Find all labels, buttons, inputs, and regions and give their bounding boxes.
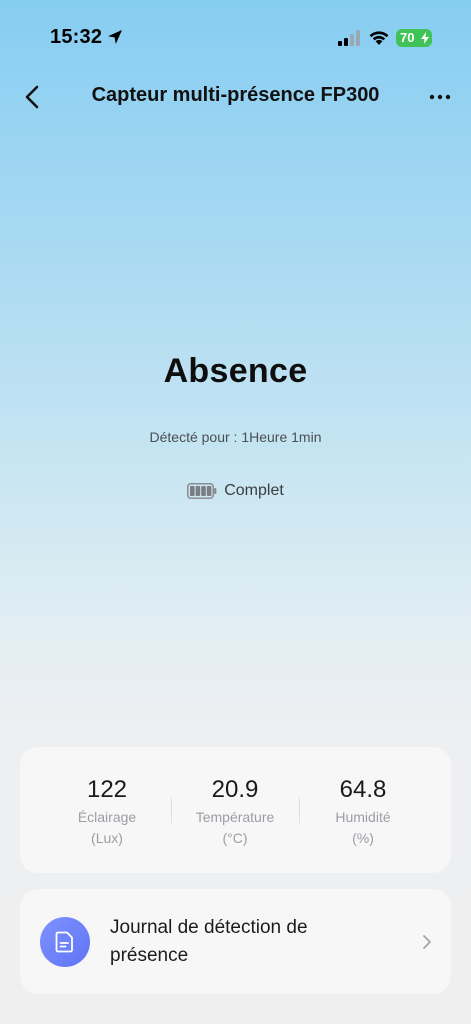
temperature-label: Température — [195, 809, 275, 825]
document-icon — [55, 931, 73, 953]
device-battery-status: Complet — [0, 480, 471, 502]
detected-duration: Détecté pour : 1Heure 1min — [149, 429, 322, 445]
more-horizontal-icon — [429, 94, 451, 100]
illuminance-reading[interactable]: 122 Éclairage (Lux) — [43, 775, 171, 849]
chevron-right-icon — [423, 935, 431, 949]
charging-bolt-icon — [421, 32, 429, 44]
location-arrow-icon — [108, 30, 122, 44]
illuminance-unit: (Lux) — [91, 830, 123, 846]
wifi-icon — [369, 31, 389, 45]
cellular-signal-icon — [338, 30, 360, 46]
sensor-readings-card: 122 Éclairage (Lux) 20.9 Température (°C… — [20, 747, 451, 873]
battery-percent: 70 — [400, 30, 415, 45]
battery-status-label: Complet — [224, 482, 284, 499]
illuminance-value: 122 — [86, 776, 128, 803]
back-button[interactable] — [18, 82, 48, 112]
journal-label-line2: présence — [110, 945, 189, 966]
battery-indicator: 70 — [396, 29, 432, 47]
humidity-unit: (%) — [352, 830, 374, 846]
journal-label-line1: Journal de détection de — [110, 917, 308, 938]
more-options-button[interactable] — [424, 84, 456, 110]
journal-icon-badge — [40, 917, 90, 967]
navigation-bar: Capteur multi-présence FP300 — [0, 70, 471, 124]
battery-full-icon — [187, 483, 217, 499]
status-bar: 15:32 70 — [0, 0, 471, 70]
presence-status: Absence — [163, 352, 308, 390]
humidity-reading[interactable]: 64.8 Humidité (%) — [299, 775, 427, 849]
page-title: Capteur multi-présence FP300 — [91, 84, 380, 106]
illuminance-label: Éclairage — [77, 809, 137, 825]
humidity-label: Humidité — [335, 809, 391, 825]
temperature-reading[interactable]: 20.9 Température (°C) — [171, 775, 299, 849]
temperature-unit: (°C) — [222, 830, 248, 846]
humidity-value: 64.8 — [339, 776, 387, 803]
presence-journal-row[interactable]: Journal de détection de présence — [20, 889, 451, 994]
journal-label: Journal de détection de présence — [110, 914, 370, 970]
chevron-left-icon — [25, 85, 39, 109]
status-time: 15:32 — [50, 26, 103, 48]
temperature-value: 20.9 — [211, 776, 259, 803]
